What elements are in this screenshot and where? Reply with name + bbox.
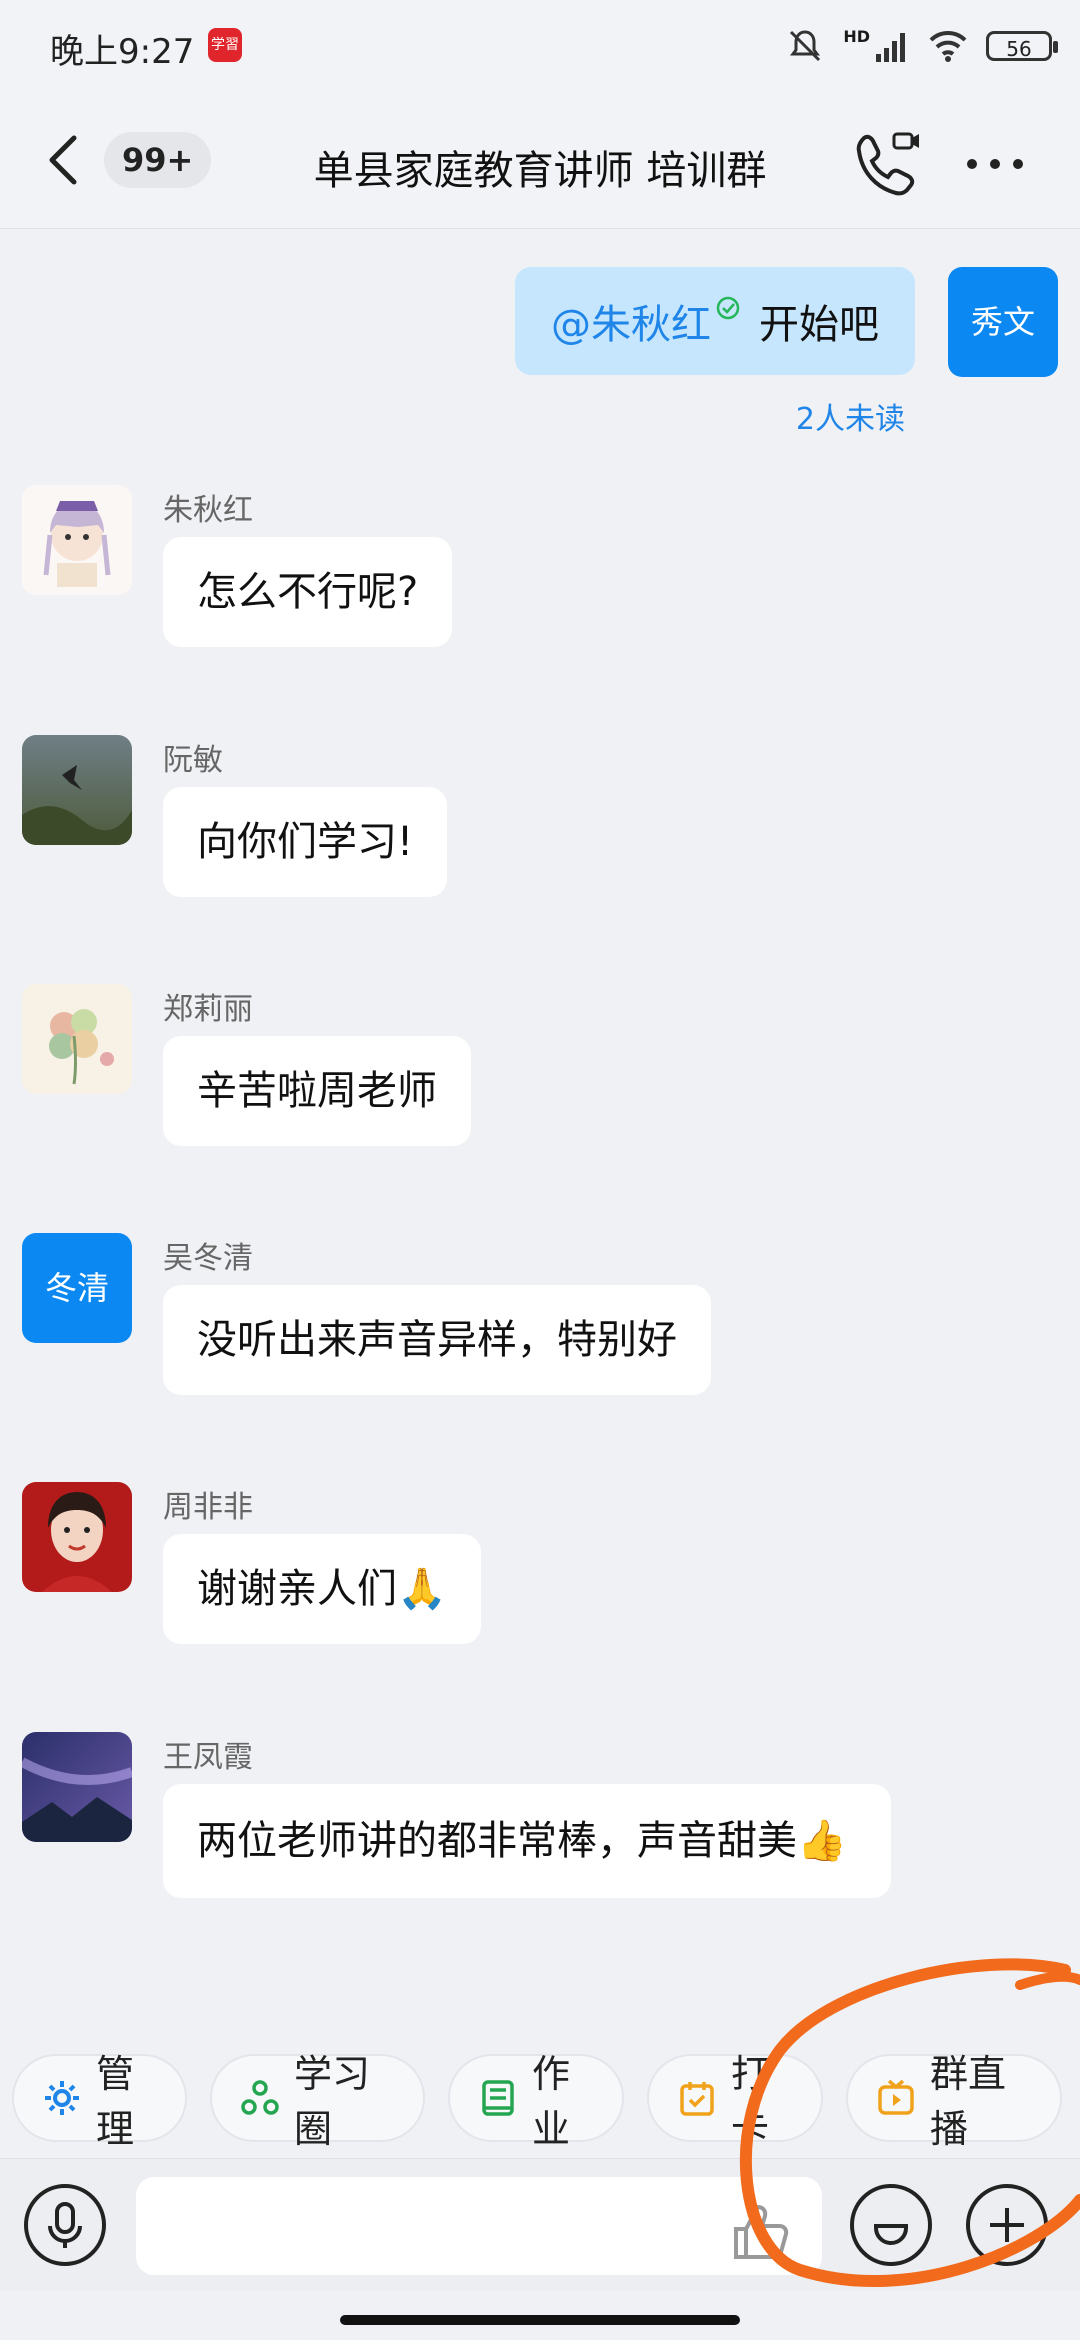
- my-message-text: 开始吧: [759, 302, 879, 348]
- status-time: 晚上9:27: [50, 32, 195, 72]
- sender-name: 朱秋红: [163, 493, 253, 528]
- mention-link[interactable]: @朱秋红: [551, 292, 711, 350]
- wifi-icon: [929, 30, 967, 62]
- quick-action-label: 管理: [96, 2052, 135, 2151]
- status-bar: 晚上9:27 学習 HD 56: [0, 0, 1080, 92]
- thumbs-up-icon[interactable]: [728, 2199, 794, 2265]
- plus-icon: [990, 2208, 1024, 2242]
- message-bubble[interactable]: 没听出来声音异样，特别好: [163, 1285, 711, 1395]
- sender-name: 阮敏: [163, 743, 223, 778]
- input-bar: [0, 2158, 1080, 2291]
- quick-action-label: 学习圈: [294, 2052, 371, 2151]
- my-message-bubble[interactable]: @朱秋红 开始吧: [515, 267, 915, 375]
- sender-name: 周非非: [163, 1490, 253, 1525]
- avatar[interactable]: [22, 1732, 132, 1842]
- message-bubble[interactable]: 两位老师讲的都非常棒，声音甜美👍: [163, 1784, 891, 1898]
- message-bubble[interactable]: 怎么不行呢?: [163, 537, 453, 647]
- quick-action-label: 打卡: [731, 2052, 770, 2151]
- message-input[interactable]: [136, 2177, 822, 2275]
- status-icons: HD 56: [785, 24, 1058, 68]
- app-notification-icon: 学習: [208, 28, 242, 62]
- more-options-icon[interactable]: [960, 144, 1030, 184]
- quick-action-homework[interactable]: 作业: [448, 2052, 624, 2151]
- quick-action-study-circle[interactable]: 学习圈: [210, 2052, 425, 2151]
- avatar[interactable]: 冬清: [22, 1233, 132, 1343]
- quick-action-manage[interactable]: 管理: [12, 2052, 187, 2151]
- calendar-check-icon: [680, 2082, 714, 2116]
- bird-photo-avatar-icon: [22, 735, 132, 845]
- quick-action-label: 群直播: [930, 2052, 1007, 2151]
- cartoon-girl-avatar-icon: [22, 485, 132, 595]
- battery-indicator: 56: [986, 31, 1058, 61]
- gear-icon: [45, 2081, 79, 2115]
- message-bubble[interactable]: 谢谢亲人们🙏: [163, 1534, 481, 1644]
- quick-action-bar: 管理 学习圈 作业 打卡 群直播: [0, 2040, 1080, 2160]
- message-bubble[interactable]: 向你们学习!: [163, 787, 448, 897]
- sender-name: 王凤霞: [163, 1740, 253, 1775]
- network-type: HD: [843, 26, 870, 46]
- my-avatar[interactable]: 秀文: [948, 267, 1058, 377]
- chat-message-list[interactable]: @朱秋红 开始吧 秀文 2人未读 朱秋红 怎么不行呢? 阮敏 向你们学习! 郑莉…: [0, 230, 1080, 2030]
- sender-name: 郑莉丽: [163, 992, 253, 1027]
- microphone-icon: [48, 2202, 82, 2248]
- quick-action-live[interactable]: 群直播: [846, 2052, 1062, 2151]
- signal-icon: [876, 33, 905, 62]
- quick-action-check-in[interactable]: 打卡: [647, 2052, 823, 2151]
- sender-name: 吴冬清: [163, 1241, 253, 1276]
- chat-header: 99+ 单县家庭教育讲师 培训群: [0, 92, 1080, 229]
- verified-check-icon: [716, 296, 740, 320]
- read-status[interactable]: 2人未读: [796, 394, 905, 438]
- quick-action-label: 作业: [532, 2052, 571, 2151]
- smile-icon: [874, 2224, 908, 2245]
- message-bubble[interactable]: 辛苦啦周老师: [163, 1036, 471, 1146]
- emoji-button[interactable]: [850, 2184, 932, 2266]
- mute-icon: [790, 30, 821, 62]
- night-sky-avatar-icon: [22, 1732, 132, 1842]
- avatar[interactable]: [22, 1482, 132, 1592]
- tv-play-icon: [878, 2079, 914, 2115]
- home-indicator[interactable]: [340, 2315, 740, 2325]
- voice-input-button[interactable]: [24, 2184, 106, 2266]
- book-icon: [482, 2080, 514, 2116]
- clover-avatar-icon: [22, 984, 132, 1094]
- avatar[interactable]: [22, 485, 132, 595]
- avatar[interactable]: [22, 984, 132, 1094]
- video-call-icon[interactable]: [852, 128, 922, 198]
- circle-group-icon: [241, 2080, 279, 2115]
- more-functions-button[interactable]: [966, 2184, 1048, 2266]
- portrait-avatar-icon: [22, 1482, 132, 1592]
- avatar[interactable]: [22, 735, 132, 845]
